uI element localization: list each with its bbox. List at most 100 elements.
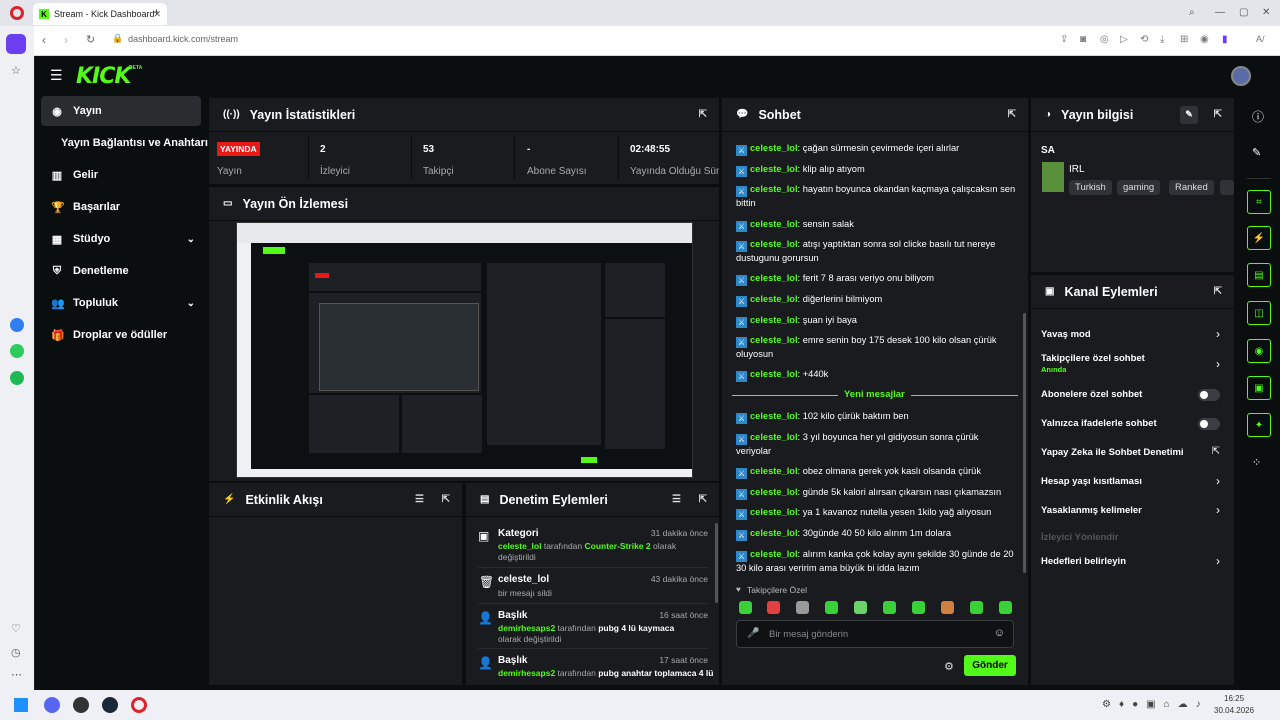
opera-taskbar-icon[interactable]	[131, 697, 147, 713]
scrollbar[interactable]	[1023, 313, 1026, 573]
mic-icon[interactable]: 🎤	[747, 628, 759, 639]
clip-icon[interactable]: ⌗	[1247, 190, 1271, 214]
sidebar-item-basarilar[interactable]: 🏆 Başarılar	[41, 192, 201, 222]
kick-logo[interactable]: KICK	[76, 64, 131, 89]
discord-icon[interactable]	[44, 697, 60, 713]
info-icon[interactable]: ⓘ	[1252, 108, 1264, 125]
popout-icon[interactable]: ⇱	[1008, 109, 1016, 120]
workspace-icon[interactable]	[6, 34, 26, 54]
sidebar-item-denetleme[interactable]: ⛨ Denetleme	[41, 256, 201, 286]
action-banned-words[interactable]: Yasaklanmış kelimeler ›	[1031, 499, 1234, 523]
back-icon[interactable]: ‹	[42, 33, 46, 47]
avatar[interactable]	[1231, 66, 1251, 86]
chat-username[interactable]: celeste_lol	[750, 184, 798, 194]
sidebar-item-topluluk[interactable]: 👥 Topluluk ⌄	[41, 288, 201, 318]
action-emotes-only[interactable]: Yalnızca ifadelerle sohbet	[1031, 412, 1234, 436]
chat-username[interactable]: celeste_lol	[750, 487, 798, 497]
edit-icon[interactable]: ✎	[1252, 146, 1261, 159]
vpn-icon[interactable]: ◎	[1100, 34, 1109, 45]
popout-icon[interactable]: ⇱	[1214, 109, 1222, 120]
emote-icon[interactable]	[796, 601, 809, 614]
emote-icon[interactable]	[767, 601, 780, 614]
aria-icon[interactable]: ▮	[1222, 34, 1228, 45]
tag-chip[interactable]: Ranked	[1169, 180, 1214, 195]
minimize-icon[interactable]: —	[1215, 7, 1225, 18]
emotes-only-toggle[interactable]	[1198, 418, 1220, 430]
popout-icon[interactable]: ⇱	[699, 494, 707, 505]
obs-icon[interactable]	[73, 697, 89, 713]
bookmark-icon[interactable]: ⊞	[1180, 34, 1188, 45]
emote-icon[interactable]	[739, 601, 752, 614]
browser-tab[interactable]: K Stream - Kick Dashboard ✕	[33, 3, 167, 25]
chat-username[interactable]: celeste_lol	[750, 411, 798, 421]
scrollbar[interactable]	[715, 523, 718, 603]
gear-icon[interactable]: ⚙	[944, 660, 954, 673]
maximize-icon[interactable]: ▢	[1239, 7, 1248, 18]
chat-icon[interactable]: ◫	[1247, 301, 1271, 325]
messenger-icon[interactable]	[10, 318, 24, 332]
chat-username[interactable]: celeste_lol	[750, 315, 798, 325]
emote-icon[interactable]	[941, 601, 954, 614]
layout-icon[interactable]: ▣	[1247, 376, 1271, 400]
emote-icon[interactable]	[970, 601, 983, 614]
popout-icon[interactable]: ⇱	[699, 109, 707, 120]
steam-icon[interactable]	[102, 697, 118, 713]
chat-username[interactable]: celeste_lol	[750, 294, 798, 304]
more-actions-icon[interactable]: ⁘	[1252, 456, 1261, 469]
popout-icon[interactable]: ⇱	[1214, 286, 1222, 297]
extensions-icon[interactable]: ⟲	[1140, 34, 1148, 45]
lightning-icon[interactable]: ⚡	[1247, 226, 1271, 250]
download-icon[interactable]: ⤓	[1160, 34, 1164, 45]
address-input[interactable]: dashboard.kick.com/stream	[128, 34, 238, 44]
chat-username[interactable]: celeste_lol	[750, 528, 798, 538]
subs-only-toggle[interactable]	[1198, 389, 1220, 401]
ai-icon[interactable]: A/	[1256, 34, 1265, 44]
opera-logo-icon[interactable]	[10, 6, 24, 20]
sidebar-item-yayin[interactable]: ◉ Yayın	[41, 96, 201, 126]
action-slow-mode[interactable]: Yavaş mod ›	[1031, 323, 1234, 347]
profile-icon[interactable]: ◉	[1200, 34, 1209, 45]
broadcast-icon[interactable]: ◉	[1247, 339, 1271, 363]
mod-action-user[interactable]: demirhesaps2	[498, 668, 555, 678]
popout-icon[interactable]: ⇱	[442, 494, 450, 505]
emoji-icon[interactable]: ☺	[994, 627, 1005, 639]
menu-icon[interactable]: ☰	[50, 67, 63, 84]
chat-input[interactable]: 🎤 Bir mesaj gönderin ☺	[736, 620, 1014, 648]
tag-chip[interactable]	[1220, 180, 1234, 195]
emote-icon[interactable]	[883, 601, 896, 614]
emote-icon[interactable]	[999, 601, 1012, 614]
action-ai-moderation[interactable]: Yapay Zeka ile Sohbet Denetimi ⇱	[1031, 441, 1234, 465]
action-goals[interactable]: Hedefleri belirleyin ›	[1031, 550, 1234, 574]
history-icon[interactable]: ◷	[11, 646, 21, 659]
emote-icon[interactable]	[912, 601, 925, 614]
chat-username[interactable]: celeste_lol	[750, 164, 798, 174]
reload-icon[interactable]: ↻	[86, 33, 95, 46]
camera-icon[interactable]: ◙	[1080, 34, 1086, 45]
filter-icon[interactable]: ☰	[672, 494, 681, 505]
heart-icon[interactable]: ♡	[11, 622, 21, 635]
chat-username[interactable]: celeste_lol	[750, 466, 798, 476]
chat-username[interactable]: celeste_lol	[750, 369, 798, 379]
chat-username[interactable]: celeste_lol	[750, 507, 798, 517]
chat-username[interactable]: celeste_lol	[750, 219, 798, 229]
chat-username[interactable]: celeste_lol	[750, 273, 798, 283]
chat-username[interactable]: celeste_lol	[750, 335, 798, 345]
play-icon[interactable]: ▷	[1120, 34, 1128, 45]
search-tabs-icon[interactable]: ⌕	[1189, 7, 1195, 18]
wrench-icon[interactable]: ✦	[1247, 413, 1271, 437]
action-account-age[interactable]: Hesap yaşı kısıtlaması ›	[1031, 470, 1234, 494]
chat-username[interactable]: celeste_lol	[750, 549, 798, 559]
close-window-icon[interactable]: ✕	[1262, 7, 1270, 18]
tag-chip[interactable]: gaming	[1117, 180, 1161, 195]
document-icon[interactable]: ▤	[1247, 263, 1271, 287]
action-followers-only[interactable]: Takipçilere özel sohbet Anında ›	[1031, 351, 1234, 379]
stream-preview-video[interactable]	[236, 222, 693, 478]
emote-icon[interactable]	[825, 601, 838, 614]
mod-action-user[interactable]: celeste_lol	[498, 541, 541, 551]
more-icon[interactable]: ⋯	[11, 668, 22, 681]
edit-icon[interactable]: ✎	[1180, 105, 1198, 124]
sidebar-item-gelir[interactable]: ▥ Gelir	[41, 160, 201, 190]
whatsapp-icon[interactable]	[10, 344, 24, 358]
spotify-icon[interactable]	[10, 371, 24, 385]
chat-username[interactable]: celeste_lol	[750, 143, 798, 153]
